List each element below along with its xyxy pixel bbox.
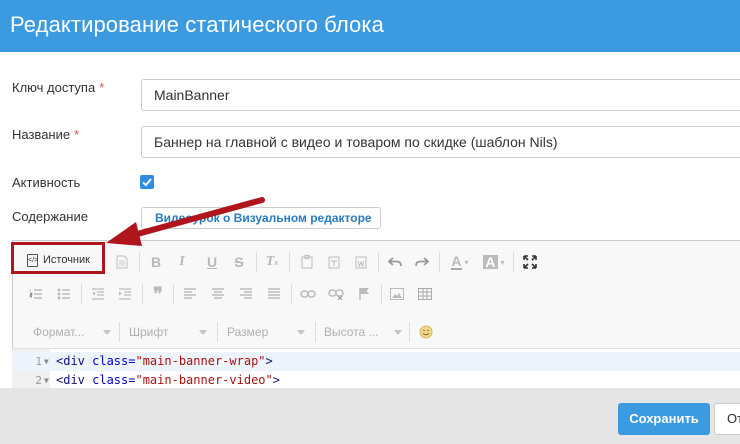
remove-format-icon[interactable]: Tx bbox=[261, 251, 283, 273]
dialog-header: Редактирование статического блока bbox=[0, 0, 740, 52]
paste-icon[interactable] bbox=[296, 251, 318, 273]
bullet-list-icon[interactable] bbox=[53, 283, 75, 305]
text-color-icon[interactable]: A ▾ bbox=[445, 251, 475, 273]
access-key-input[interactable]: MainBanner bbox=[141, 79, 740, 111]
chevron-down-icon bbox=[297, 330, 305, 335]
anchor-flag-icon[interactable] bbox=[353, 283, 375, 305]
undo-icon[interactable] bbox=[384, 251, 406, 273]
code-line: 1 ▼ <div class="main-banner-wrap"> bbox=[12, 352, 740, 371]
maximize-icon[interactable] bbox=[519, 251, 541, 273]
name-input[interactable]: Баннер на главной с видео и товаром по с… bbox=[141, 126, 740, 158]
check-icon bbox=[142, 178, 152, 187]
size-select[interactable]: Размер bbox=[227, 322, 305, 342]
access-key-label: Ключ доступа * bbox=[12, 80, 105, 95]
paste-word-icon[interactable] bbox=[350, 251, 372, 273]
bg-color-icon[interactable]: A ▾ bbox=[479, 251, 509, 273]
image-icon[interactable] bbox=[386, 283, 408, 305]
emoji-icon[interactable] bbox=[415, 321, 437, 343]
strikethrough-icon[interactable]: S bbox=[228, 251, 250, 273]
dialog-title: Редактирование статического блока bbox=[10, 12, 384, 37]
italic-icon[interactable]: I bbox=[171, 251, 193, 273]
content-label: Содержание bbox=[12, 209, 88, 224]
indent-icon[interactable] bbox=[114, 283, 136, 305]
link-icon[interactable] bbox=[297, 283, 319, 305]
edit-static-block-dialog: Редактирование статического блока Ключ д… bbox=[0, 0, 740, 444]
font-select[interactable]: Шрифт bbox=[129, 322, 207, 342]
chevron-down-icon bbox=[394, 330, 402, 335]
underline-icon[interactable]: U bbox=[201, 251, 223, 273]
outdent-icon[interactable] bbox=[87, 283, 109, 305]
source-button[interactable]: </> Источник bbox=[13, 247, 105, 273]
name-label: Название * bbox=[12, 127, 80, 142]
code-editor[interactable]: 1 ▼ <div class="main-banner-wrap"> 2 ▼ <di… bbox=[12, 348, 740, 389]
format-toolbar-row: Формат... Шрифт Размер Высота ... bbox=[13, 315, 740, 345]
active-label: Активность bbox=[12, 175, 81, 190]
align-right-icon[interactable] bbox=[235, 283, 257, 305]
required-mark: * bbox=[99, 80, 105, 95]
fold-arrow-icon[interactable]: ▼ bbox=[44, 352, 49, 371]
align-left-icon[interactable] bbox=[179, 283, 201, 305]
annotation-arrow-icon bbox=[106, 197, 265, 246]
active-checkbox[interactable] bbox=[140, 175, 154, 189]
blockquote-icon[interactable]: ❞ bbox=[147, 283, 169, 305]
save-button[interactable]: Сохранить bbox=[618, 403, 710, 435]
justify-icon[interactable] bbox=[263, 283, 285, 305]
new-document-icon[interactable] bbox=[111, 251, 133, 273]
line-height-select[interactable]: Высота ... bbox=[324, 322, 402, 342]
table-icon[interactable] bbox=[414, 283, 436, 305]
paste-text-icon[interactable] bbox=[323, 251, 345, 273]
required-mark: * bbox=[74, 127, 80, 142]
format-select[interactable]: Формат... bbox=[33, 322, 111, 342]
source-icon: </> bbox=[27, 253, 38, 267]
bold-icon[interactable]: B bbox=[145, 251, 167, 273]
unlink-icon[interactable] bbox=[325, 283, 347, 305]
chevron-down-icon bbox=[199, 330, 207, 335]
numbered-list-icon[interactable] bbox=[25, 283, 47, 305]
align-center-icon[interactable] bbox=[207, 283, 229, 305]
cancel-button[interactable]: От bbox=[714, 403, 740, 435]
chevron-down-icon bbox=[103, 330, 111, 335]
redo-icon[interactable] bbox=[411, 251, 433, 273]
